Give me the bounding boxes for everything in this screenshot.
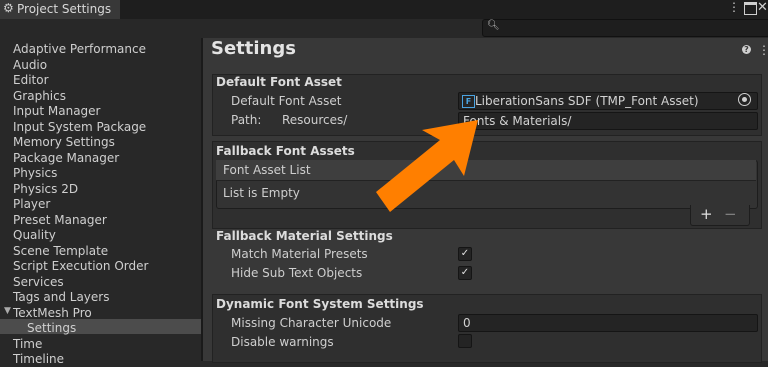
tab-title: Project Settings [17,2,112,16]
hide-sub-objects-checkbox[interactable]: ✓ [458,266,472,280]
disable-warnings-checkbox[interactable] [458,334,472,348]
kebab-menu-icon[interactable]: ⋮ [728,0,740,19]
add-button[interactable]: + [700,205,713,223]
list-title: Font Asset List [223,163,311,177]
missing-unicode-label: Missing Character Unicode [231,316,392,330]
sidebar-item[interactable]: Audio [13,58,47,73]
missing-unicode-input[interactable]: 0 [458,314,758,332]
hide-sub-objects-label: Hide Sub Text Objects [231,266,363,280]
sidebar-item[interactable]: Time [13,337,42,352]
path-label: Path: [231,113,262,127]
sidebar-item[interactable]: Settings [27,321,76,336]
sidebar-item[interactable]: Physics 2D [13,182,78,197]
search-input[interactable]: 🔍︎ [482,19,768,37]
section-header: Fallback Font Assets [216,144,355,158]
missing-unicode-value: 0 [463,316,471,330]
sidebar-item[interactable]: TextMesh Pro [13,306,92,321]
close-icon[interactable]: ✕ [757,0,768,15]
gear-icon: ⚙ [3,1,14,15]
tab-project-settings[interactable]: ⚙ Project Settings [0,0,120,19]
maximize-icon[interactable] [744,2,757,15]
section-header: Dynamic Font System Settings [216,297,424,311]
expand-triangle-icon[interactable]: ▼ [4,306,11,316]
sidebar-item[interactable]: Script Execution Order [13,259,148,274]
sidebar-item[interactable]: Player [13,197,50,212]
arrow-shape [376,120,478,212]
default-font-asset-label: Default Font Asset [231,94,342,108]
sidebar-item[interactable]: Editor [13,73,49,88]
section-header: Default Font Asset [216,75,342,89]
sidebar-item[interactable]: Scene Template [13,244,108,259]
sidebar-item[interactable]: Memory Settings [13,135,115,150]
annotation-arrow [376,120,478,212]
list-empty-text: List is Empty [223,186,300,200]
sidebar-item[interactable]: Adaptive Performance [13,42,146,57]
disable-warnings-label: Disable warnings [231,335,334,349]
remove-button[interactable]: − [724,205,737,223]
object-picker-icon[interactable] [738,93,751,106]
sidebar-item[interactable]: Package Manager [13,151,119,166]
sidebar-item[interactable]: Quality [13,228,56,243]
page-title: Settings [211,38,296,59]
sidebar-item[interactable]: Input System Package [13,120,146,135]
sidebar-item[interactable]: Timeline [13,352,64,367]
sidebar-item[interactable]: Graphics [13,89,66,104]
sidebar-item[interactable]: Services [13,275,64,290]
panel-menu-icon[interactable]: ⋮ [758,43,768,57]
sidebar-item[interactable]: Tags and Layers [13,290,109,305]
section-header: Fallback Material Settings [216,229,393,243]
list-footer [690,205,750,226]
sidebar-item[interactable]: Input Manager [13,104,101,119]
help-icon[interactable]: ? [742,45,751,54]
search-icon: 🔍︎ [487,20,500,31]
path-prefix: Resources/ [282,113,348,127]
match-presets-label: Match Material Presets [231,247,368,261]
sidebar-item[interactable]: Preset Manager [13,213,107,228]
sidebar-item[interactable]: Physics [13,166,57,181]
match-presets-checkbox[interactable]: ✓ [458,247,472,261]
